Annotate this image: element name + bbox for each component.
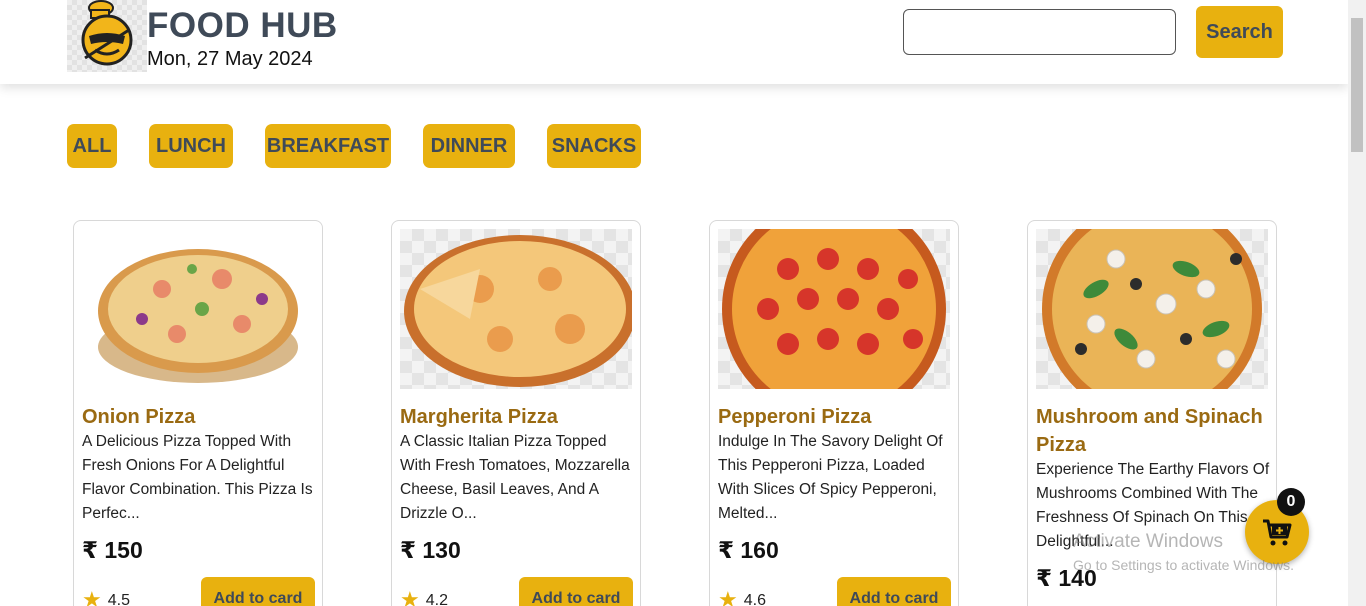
- category-dinner-button[interactable]: DINNER: [423, 124, 515, 168]
- product-rating: ★ 4.2: [400, 587, 448, 606]
- product-title: Margherita Pizza: [400, 406, 558, 428]
- product-title: Mushroom and Spinach Pizza: [1036, 406, 1263, 456]
- pepperoni-pizza-icon: [722, 229, 946, 389]
- scrollbar-thumb[interactable]: [1351, 18, 1363, 152]
- logo[interactable]: [67, 0, 147, 72]
- category-snacks-button[interactable]: SNACKS: [547, 124, 641, 168]
- product-title: Pepperoni Pizza: [718, 406, 872, 428]
- product-rating: ★ 4.5: [82, 587, 130, 606]
- category-breakfast-button[interactable]: BREAKFAST: [265, 124, 391, 168]
- product-image: [400, 229, 632, 389]
- rating-value: 4.5: [107, 592, 130, 606]
- product-description: Experience The Earthy Flavors Of Mushroo…: [1036, 461, 1270, 550]
- product-card: Onion Pizza A Delicious Pizza Topped Wit…: [73, 220, 323, 606]
- category-all-button[interactable]: ALL: [67, 124, 117, 168]
- product-price: ₹ 160: [718, 537, 779, 563]
- product-price: ₹ 150: [82, 537, 143, 563]
- category-lunch-button[interactable]: LUNCH: [149, 124, 233, 168]
- page-scrollbar[interactable]: [1348, 0, 1366, 606]
- product-card: Pepperoni Pizza Indulge In The Savory De…: [709, 220, 959, 606]
- brand-name: FOOD HUB: [147, 6, 338, 45]
- product-description: Indulge In The Savory Delight Of This Pe…: [718, 433, 943, 522]
- search-input[interactable]: [903, 9, 1176, 55]
- search-button[interactable]: Search: [1196, 6, 1283, 58]
- add-to-cart-button[interactable]: Add to card: [201, 577, 315, 606]
- star-icon: ★: [82, 587, 102, 606]
- product-description: A Classic Italian Pizza Topped With Fres…: [400, 433, 630, 522]
- chef-logo-icon: [81, 0, 133, 66]
- product-title: Onion Pizza: [82, 406, 196, 428]
- product-card: Mushroom and Spinach Pizza Experience Th…: [1027, 220, 1277, 606]
- product-price: ₹ 140: [1036, 565, 1097, 591]
- product-description: A Delicious Pizza Topped With Fresh Onio…: [82, 433, 313, 522]
- product-card: Margherita Pizza A Classic Italian Pizza…: [391, 220, 641, 606]
- add-to-cart-button[interactable]: Add to card: [519, 577, 633, 606]
- mushroom-spinach-pizza-icon: [1042, 229, 1262, 389]
- product-image: [1036, 229, 1268, 389]
- product-image: [82, 229, 314, 389]
- onion-pizza-icon: [98, 249, 298, 383]
- rating-value: 4.6: [743, 592, 766, 606]
- product-rating: ★ 4.6: [718, 587, 766, 606]
- add-to-cart-button[interactable]: Add to card: [837, 577, 951, 606]
- star-icon: ★: [400, 587, 420, 606]
- product-image: [718, 229, 950, 389]
- star-icon: ★: [718, 587, 738, 606]
- margherita-pizza-icon: [404, 235, 632, 387]
- rating-value: 4.2: [425, 592, 448, 606]
- current-date: Mon, 27 May 2024: [147, 48, 313, 70]
- product-price: ₹ 130: [400, 537, 461, 563]
- cart-icon: [1263, 519, 1292, 546]
- site-header: FOOD HUB Mon, 27 May 2024 Search: [0, 0, 1348, 84]
- cart-count-badge: 0: [1277, 488, 1305, 516]
